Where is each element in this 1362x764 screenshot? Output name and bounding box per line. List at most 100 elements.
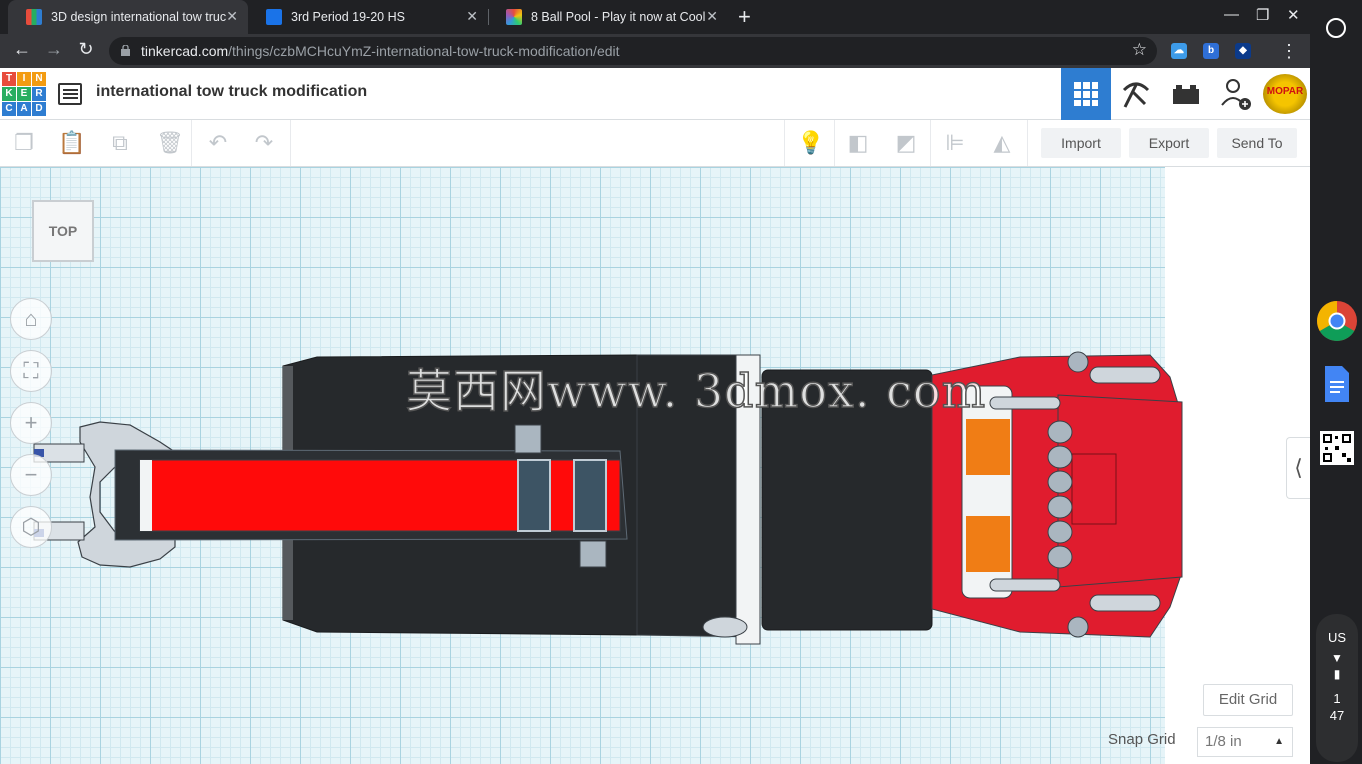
tab-title: 3rd Period 19-20 HS — [291, 10, 405, 24]
close-window-icon[interactable]: ✕ — [1287, 6, 1300, 24]
home-view-icon[interactable]: ⌂ — [10, 298, 52, 340]
address-toolbar: ← → ↻ tinkercad.com/things/czbMCHcuYmZ-i… — [0, 34, 1310, 68]
logo-letter: R — [32, 87, 46, 101]
docs-app-icon[interactable] — [1323, 364, 1351, 404]
view-cube[interactable]: TOP — [32, 200, 94, 262]
toolbar-divider — [784, 120, 785, 166]
restore-icon[interactable]: ❐ — [1256, 6, 1269, 24]
coolmath-favicon-icon — [506, 9, 522, 25]
tab-title: 3D design international tow truc — [51, 10, 226, 24]
classroom-favicon-icon — [266, 9, 282, 25]
logo-letter: E — [17, 87, 31, 101]
snap-grid-value: 1/8 in — [1205, 733, 1242, 750]
battery-icon: ▮ — [1333, 667, 1341, 681]
toolbar-divider — [290, 120, 291, 166]
grid-view-icon — [1074, 82, 1098, 106]
pickaxe-icon — [1122, 82, 1150, 108]
toolbar-divider — [191, 120, 192, 166]
align-icon[interactable]: ⊫ — [943, 131, 967, 155]
ime-indicator: US — [1327, 630, 1347, 645]
tab-8ball[interactable]: 8 Ball Pool - Play it now at Cooln ✕ — [488, 0, 728, 34]
design-title[interactable]: international tow truck modification — [96, 83, 367, 101]
edit-grid-button[interactable]: Edit Grid — [1203, 684, 1293, 716]
user-avatar[interactable]: MOPAR — [1263, 74, 1307, 114]
tinkercad-logo[interactable]: T I N K E R C A D — [2, 72, 46, 116]
toolbar-divider — [1027, 120, 1028, 166]
add-collaborator-button[interactable] — [1211, 68, 1261, 120]
perspective-icon[interactable]: ⬡ — [10, 506, 52, 548]
zoom-out-icon[interactable]: − — [10, 454, 52, 496]
3d-view-button[interactable] — [1061, 68, 1111, 120]
workplane[interactable]: 莫西网www. 3dmox. com TOP ⌂ ⛶ + − ⬡ ⟨ Edit … — [0, 167, 1310, 764]
tab-classroom[interactable]: 3rd Period 19-20 HS ✕ — [248, 0, 488, 34]
add-user-icon — [1221, 79, 1251, 110]
b-extension-icon[interactable]: b — [1203, 43, 1219, 59]
wifi-icon: ▼ — [1331, 651, 1343, 665]
avatar-text: MOPAR — [1266, 86, 1304, 97]
tinkercad-favicon-icon — [26, 9, 42, 25]
duplicate-icon[interactable]: ⧉ — [108, 131, 132, 155]
snap-grid-label: Snap Grid — [1108, 731, 1176, 748]
launcher-icon[interactable] — [1326, 18, 1346, 38]
codeblocks-button[interactable] — [1111, 68, 1161, 120]
tinkercad-header: T I N K E R C A D international tow truc… — [0, 68, 1310, 120]
logo-letter: T — [2, 72, 16, 86]
brick-icon — [1173, 85, 1199, 104]
close-tab-icon[interactable]: ✕ — [226, 8, 238, 25]
toolbar-divider — [930, 120, 931, 166]
clock-hour: 1 — [1333, 691, 1341, 706]
lightbulb-icon[interactable]: 💡 — [797, 131, 824, 155]
zoom-in-icon[interactable]: + — [10, 402, 52, 444]
mirror-icon[interactable]: ◭ — [990, 131, 1014, 155]
undo-icon[interactable]: ↶ — [206, 131, 230, 155]
group-icon[interactable]: ◧ — [846, 131, 870, 155]
import-button[interactable]: Import — [1041, 128, 1121, 158]
chromeos-shelf: US ▼ ▮ 1 47 — [1310, 0, 1362, 764]
bookmark-star-icon[interactable]: ☆ — [1132, 40, 1147, 60]
watermark-text: 莫西网www. 3dmox. com — [405, 363, 987, 419]
ungroup-icon[interactable]: ◩ — [894, 131, 918, 155]
copy-icon[interactable]: ❐ — [12, 131, 36, 155]
delete-icon[interactable]: 🗑 — [156, 131, 184, 155]
logo-letter: D — [32, 102, 46, 116]
clock-minute: 47 — [1329, 708, 1345, 723]
forward-icon[interactable]: → — [43, 39, 65, 60]
logo-letter: I — [17, 72, 31, 86]
minimize-icon[interactable]: — — [1224, 6, 1239, 23]
logo-letter: A — [17, 102, 31, 116]
toolbar-divider — [834, 120, 835, 166]
logo-letter: N — [32, 72, 46, 86]
shield-extension-icon[interactable]: ◆ — [1235, 43, 1251, 59]
logo-letter: C — [2, 102, 16, 116]
close-tab-icon[interactable]: ✕ — [706, 8, 718, 25]
tab-tinkercad[interactable]: 3D design international tow truc ✕ — [8, 0, 248, 34]
edit-toolbar: ❐ 📋 ⧉ 🗑 ↶ ↷ 💡 ◧ ◩ ⊫ ◭ Import Export Send… — [0, 120, 1310, 167]
chrome-app-icon[interactable] — [1316, 300, 1358, 342]
back-icon[interactable]: ← — [11, 39, 33, 60]
snap-grid-select[interactable]: 1/8 in ▲ — [1197, 727, 1293, 757]
url-host: tinkercad.com — [141, 43, 229, 59]
fit-view-icon[interactable]: ⛶ — [10, 350, 52, 392]
reload-icon[interactable]: ↻ — [75, 39, 97, 60]
logo-letter: K — [2, 87, 16, 101]
redo-icon[interactable]: ↷ — [252, 131, 276, 155]
address-bar[interactable]: tinkercad.com/things/czbMCHcuYmZ-interna… — [109, 37, 1157, 65]
chrome-menu-icon[interactable]: ⋮ — [1280, 41, 1298, 62]
close-tab-icon[interactable]: ✕ — [466, 8, 478, 25]
bricks-button[interactable] — [1161, 68, 1211, 120]
tow-truck-model[interactable] — [0, 167, 1200, 764]
new-tab-icon[interactable]: + — [738, 4, 751, 30]
export-button[interactable]: Export — [1129, 128, 1209, 158]
url-path: /things/czbMCHcuYmZ-international-tow-tr… — [228, 43, 620, 59]
cloud-extension-icon[interactable]: ☁ — [1171, 43, 1187, 59]
shapes-panel-toggle-icon[interactable]: ⟨ — [1286, 437, 1310, 499]
design-list-icon[interactable] — [58, 83, 82, 105]
paste-icon[interactable]: 📋 — [58, 131, 85, 155]
dropdown-arrow-icon: ▲ — [1274, 736, 1284, 747]
lock-icon — [121, 45, 130, 56]
status-tray[interactable]: US ▼ ▮ 1 47 — [1316, 614, 1358, 762]
send-to-button[interactable]: Send To — [1217, 128, 1297, 158]
tab-title: 8 Ball Pool - Play it now at Cooln — [531, 10, 706, 24]
qr-code-app-icon[interactable] — [1320, 431, 1354, 465]
tab-strip: 3D design international tow truc ✕ 3rd P… — [0, 0, 1310, 34]
